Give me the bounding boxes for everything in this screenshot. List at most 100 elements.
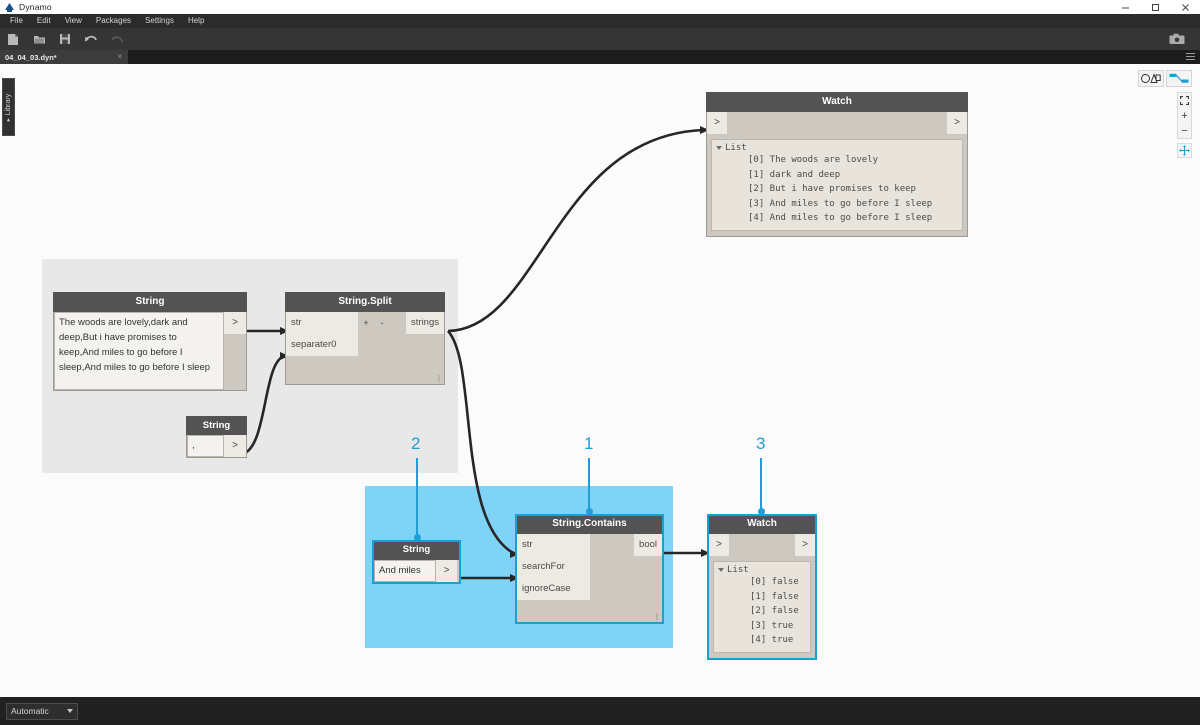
- string-value-row: , >: [187, 435, 246, 457]
- port-row-searchFor: searchFor: [517, 556, 662, 578]
- watch-list-label: List: [727, 565, 749, 575]
- collapse-triangle-icon[interactable]: [718, 568, 724, 572]
- run-mode-select[interactable]: Automatic: [6, 702, 78, 720]
- remove-input-button[interactable]: -: [374, 312, 390, 334]
- input-port-str[interactable]: str: [286, 312, 358, 334]
- list-item: [3] And miles to go before I sleep: [748, 198, 933, 209]
- title-bar: Dynamo: [0, 0, 1200, 14]
- menu-item-file[interactable]: File: [3, 14, 30, 28]
- collapse-triangle-icon[interactable]: [716, 146, 722, 150]
- camera-icon[interactable]: [1164, 28, 1190, 50]
- node-resize-handle[interactable]: |: [438, 374, 440, 383]
- node-body: > > List [0] false [1] false [2] false […: [707, 534, 817, 660]
- tab-bar: 04_04_03.dyn* ×: [0, 50, 1200, 64]
- list-item: [0] false: [750, 577, 799, 587]
- string-output-port[interactable]: >: [436, 560, 457, 582]
- watch-list-header[interactable]: List: [716, 565, 808, 575]
- app-title: Dynamo: [19, 2, 52, 12]
- watch-list[interactable]: List [0] false [1] false [2] false [3] t…: [713, 561, 811, 653]
- annotation-dot-2: [413, 534, 421, 541]
- node-string-split[interactable]: String.Split str + - strings separater0 …: [285, 292, 445, 385]
- annotation-leader-3: [760, 458, 762, 510]
- watch-list[interactable]: List [0] The woods are lovely [1] dark a…: [711, 139, 963, 231]
- watch-list-header[interactable]: List: [714, 143, 960, 153]
- window-controls: [1110, 0, 1200, 14]
- graph-view-icon[interactable]: [1166, 70, 1192, 87]
- list-item: [4] true: [750, 635, 794, 645]
- node-string-separator[interactable]: String , >: [186, 416, 247, 458]
- watch-output-port[interactable]: >: [947, 112, 967, 134]
- minimize-button[interactable]: [1110, 0, 1140, 14]
- list-item: [2] false: [750, 606, 799, 616]
- input-port-ignoreCase[interactable]: ignoreCase: [517, 578, 590, 600]
- zoom-out-button[interactable]: −: [1178, 123, 1191, 138]
- input-port-searchFor[interactable]: searchFor: [517, 556, 590, 578]
- node-title: String: [53, 292, 247, 312]
- toolbar: [0, 28, 1200, 50]
- output-port-bool[interactable]: bool: [634, 534, 662, 556]
- open-file-icon[interactable]: [26, 28, 52, 50]
- node-title: Watch: [707, 514, 817, 534]
- add-input-button[interactable]: +: [358, 312, 374, 334]
- zoom-fit-button[interactable]: [1178, 93, 1191, 108]
- chevron-down-icon[interactable]: [67, 709, 73, 713]
- redo-icon[interactable]: [104, 28, 130, 50]
- annotation-leader-2: [416, 458, 418, 536]
- watch-input-port[interactable]: >: [709, 534, 729, 556]
- node-body: , >: [186, 435, 247, 458]
- graph-canvas[interactable]: ▸ Library + − Watch > > List [0] The woo…: [0, 64, 1200, 697]
- geometry-view-icon[interactable]: [1138, 70, 1164, 87]
- annotation-number-1: 1: [584, 434, 594, 453]
- list-item: [2] But i have promises to keep: [748, 184, 916, 194]
- string-value-input[interactable]: ,: [187, 435, 224, 457]
- status-bar: Automatic: [0, 697, 1200, 725]
- menu-item-edit[interactable]: Edit: [30, 14, 58, 28]
- string-value-input[interactable]: The woods are lovely,dark and deep,But i…: [54, 312, 225, 390]
- close-button[interactable]: [1170, 0, 1200, 14]
- menu-bar: File Edit View Packages Settings Help: [0, 14, 1200, 28]
- watch-list-label: List: [725, 143, 747, 153]
- node-string-main[interactable]: String The woods are lovely,dark and dee…: [53, 292, 247, 391]
- dynamo-window: Dynamo File Edit View Packages Settings …: [0, 0, 1200, 725]
- canvas-view-toggles: [1138, 70, 1192, 87]
- maximize-button[interactable]: [1140, 0, 1170, 14]
- menu-item-view[interactable]: View: [58, 14, 89, 28]
- run-mode-value: Automatic: [11, 706, 49, 716]
- library-label: Library: [5, 93, 13, 115]
- new-file-icon[interactable]: [0, 28, 26, 50]
- node-resize-handle[interactable]: |: [656, 612, 658, 621]
- input-port-str[interactable]: str: [517, 534, 590, 556]
- output-port-strings[interactable]: strings: [406, 312, 444, 334]
- node-string-search[interactable]: String And miles >: [372, 540, 461, 584]
- string-value-row: And miles >: [374, 560, 459, 582]
- node-string-contains[interactable]: String.Contains str bool searchFor ignor…: [515, 514, 664, 624]
- string-output-port[interactable]: >: [224, 312, 246, 334]
- zoom-controls: + −: [1177, 92, 1192, 139]
- node-title: String.Split: [285, 292, 445, 312]
- node-title: Watch: [706, 92, 968, 112]
- undo-icon[interactable]: [78, 28, 104, 50]
- watch-output-port[interactable]: >: [795, 534, 815, 556]
- pan-icon[interactable]: [1177, 143, 1192, 158]
- node-watch-top[interactable]: Watch > > List [0] The woods are lovely …: [706, 92, 968, 237]
- watch-port-row: > >: [707, 112, 967, 134]
- menu-item-settings[interactable]: Settings: [138, 14, 181, 28]
- hamburger-icon[interactable]: [1186, 53, 1195, 61]
- zoom-in-button[interactable]: +: [1178, 108, 1191, 123]
- library-panel-toggle[interactable]: ▸ Library: [2, 78, 15, 136]
- node-body: The woods are lovely,dark and deep,But i…: [53, 312, 247, 391]
- node-watch-bottom[interactable]: Watch > > List [0] false [1] false [2] f…: [707, 514, 817, 660]
- node-body: > > List [0] The woods are lovely [1] da…: [706, 112, 968, 237]
- menu-item-packages[interactable]: Packages: [89, 14, 138, 28]
- save-file-icon[interactable]: [52, 28, 78, 50]
- string-output-port[interactable]: >: [224, 435, 246, 457]
- annotation-dot-3: [757, 508, 765, 515]
- tab-active-file[interactable]: 04_04_03.dyn* ×: [0, 50, 128, 64]
- tab-close-icon[interactable]: ×: [117, 50, 122, 64]
- string-value-input[interactable]: And miles: [374, 560, 436, 582]
- input-port-separater0[interactable]: separater0: [286, 334, 358, 356]
- list-item: [1] false: [750, 591, 799, 602]
- menu-item-help[interactable]: Help: [181, 14, 211, 28]
- list-item: [0] The woods are lovely: [748, 155, 879, 165]
- watch-input-port[interactable]: >: [707, 112, 727, 134]
